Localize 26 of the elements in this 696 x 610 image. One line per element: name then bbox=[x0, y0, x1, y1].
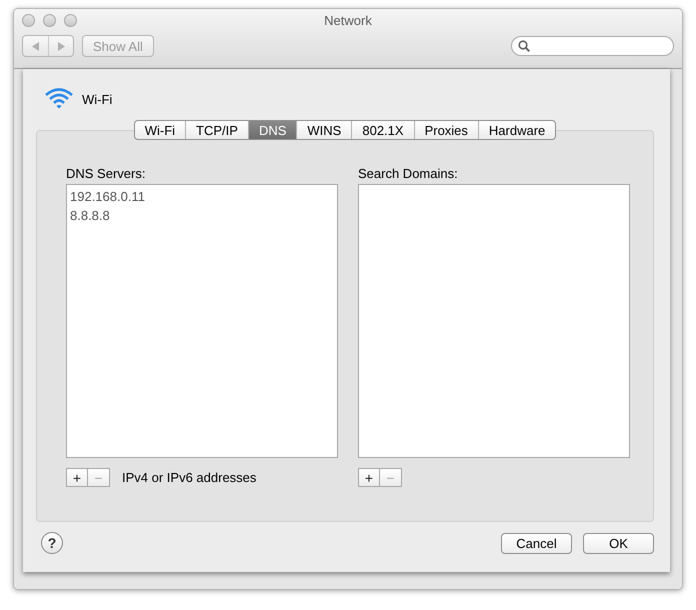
dialog-button[interactable]: OK bbox=[583, 532, 654, 554]
zoom-button[interactable] bbox=[64, 14, 77, 26]
list-entry[interactable]: 8.8.8.8 bbox=[70, 206, 334, 225]
service-name: Wi-Fi bbox=[82, 92, 112, 106]
search-icon bbox=[518, 40, 530, 52]
hint-text: IPv4 or IPv6 addresses bbox=[122, 470, 256, 485]
help-button[interactable]: ? bbox=[41, 532, 63, 554]
tab[interactable]: WINS bbox=[296, 121, 352, 139]
left-triangle-icon bbox=[32, 42, 40, 50]
tab[interactable]: 802.1X bbox=[351, 121, 414, 139]
minimize-button[interactable] bbox=[43, 14, 56, 26]
add-button[interactable]: + bbox=[358, 468, 380, 487]
dialog-button[interactable]: Cancel bbox=[501, 532, 572, 554]
tab[interactable]: DNS bbox=[248, 121, 296, 139]
list-label: DNS Servers: bbox=[66, 166, 146, 183]
close-button[interactable] bbox=[22, 14, 35, 26]
search-field[interactable] bbox=[511, 36, 674, 56]
tab[interactable]: Wi-Fi bbox=[134, 121, 186, 139]
list-entry[interactable]: 192.168.0.11 bbox=[70, 187, 334, 206]
wifi-icon bbox=[44, 87, 74, 111]
add-button[interactable]: + bbox=[66, 468, 88, 487]
tab[interactable]: Proxies bbox=[414, 121, 478, 139]
window-title: Network bbox=[324, 12, 372, 28]
dns-servers-list[interactable]: 192.168.0.11 8.8.8.8 bbox=[66, 184, 338, 458]
list-label: Search Domains: bbox=[358, 166, 459, 183]
right-triangle-icon bbox=[57, 42, 65, 50]
